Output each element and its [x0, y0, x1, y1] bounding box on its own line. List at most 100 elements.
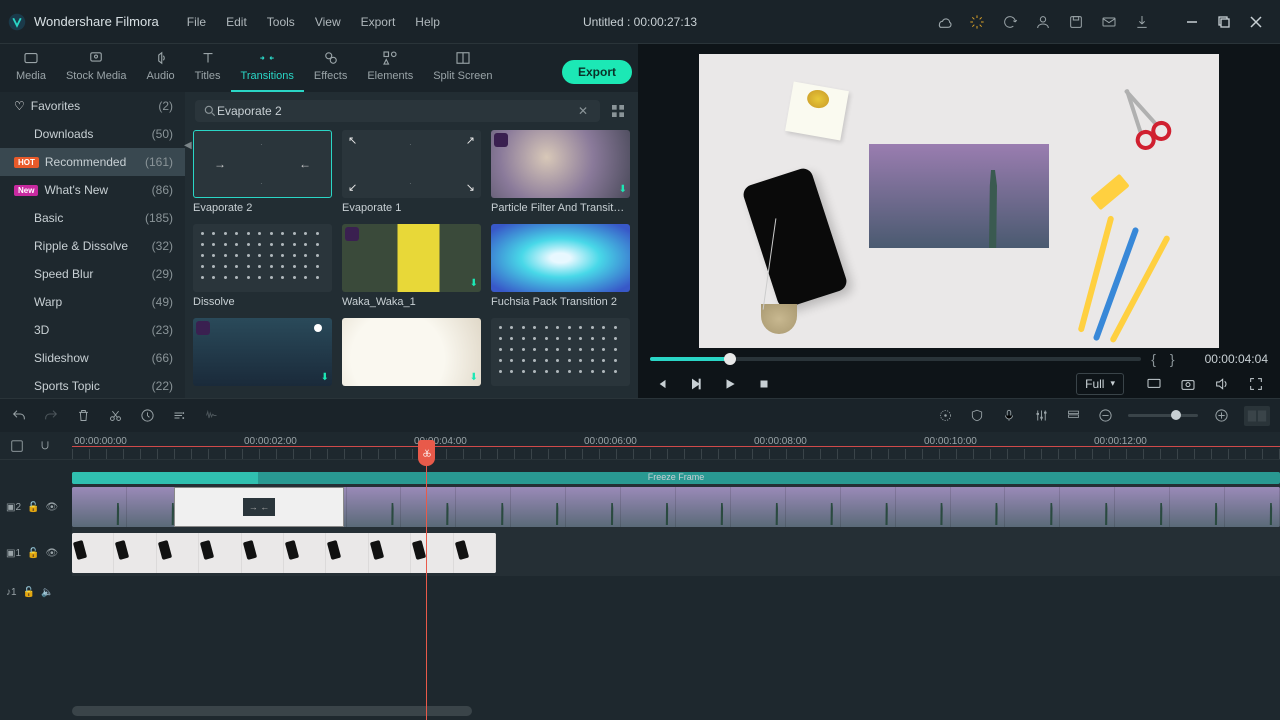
stop-button[interactable] [752, 372, 776, 396]
undo-button[interactable] [10, 407, 28, 425]
clip-teal-bar[interactable]: Freeze Frame [72, 472, 1280, 484]
sparkle-icon[interactable] [968, 13, 986, 31]
search-box[interactable]: ✕ [195, 100, 600, 122]
menu-file[interactable]: File [177, 9, 216, 35]
sidebar-item-warp[interactable]: Warp(49) [0, 288, 185, 316]
tab-media[interactable]: Media [6, 45, 56, 92]
render-button[interactable] [936, 407, 954, 425]
sidebar-item-favorites[interactable]: ♡Favorites(2) [0, 92, 185, 120]
result-particle-filter[interactable]: ⬇Particle Filter And Transit… [491, 130, 630, 214]
voiceover-button[interactable] [1000, 407, 1018, 425]
sidebar-item-ripple-dissolve[interactable]: Ripple & Dissolve(32) [0, 232, 185, 260]
preview-quality-select[interactable]: Full▾ [1076, 373, 1124, 395]
tab-audio[interactable]: Audio [137, 45, 185, 92]
menu-export[interactable]: Export [351, 9, 406, 35]
tab-split-screen[interactable]: Split Screen [423, 45, 502, 92]
audio-button[interactable] [202, 407, 220, 425]
search-input[interactable] [217, 104, 574, 118]
sidebar-item-basic[interactable]: Basic(185) [0, 204, 185, 232]
manage-tracks-button[interactable] [1064, 407, 1082, 425]
tab-effects[interactable]: Effects [304, 45, 357, 92]
sidebar-count: (86) [152, 183, 173, 197]
menu-view[interactable]: View [305, 9, 351, 35]
clear-search-button[interactable]: ✕ [574, 104, 592, 118]
result-evaporate-2[interactable]: →←Evaporate 2 [193, 130, 332, 214]
sidebar-item-3d[interactable]: 3D(23) [0, 316, 185, 344]
play-button[interactable] [718, 372, 742, 396]
track-v1-body[interactable]: table [72, 530, 1280, 576]
lock-icon[interactable]: 🔓 [27, 502, 39, 513]
preview-canvas[interactable] [699, 54, 1219, 348]
sidebar-item-downloads[interactable]: Downloads(50) [0, 120, 185, 148]
cloud-icon[interactable] [935, 13, 953, 31]
tab-elements[interactable]: Elements [357, 45, 423, 92]
menu-help[interactable]: Help [405, 9, 450, 35]
prev-frame-button[interactable] [650, 372, 674, 396]
collapse-sidebar-icon[interactable]: ◀ [184, 140, 192, 151]
export-button[interactable]: Export [562, 60, 632, 84]
split-button[interactable] [106, 407, 124, 425]
result-dissolve[interactable]: Dissolve [193, 224, 332, 308]
maximize-button[interactable] [1208, 6, 1240, 38]
menu-tools[interactable]: Tools [257, 9, 305, 35]
refresh-icon[interactable] [1001, 13, 1019, 31]
tab-transitions[interactable]: Transitions [231, 45, 304, 92]
display-toggle-button[interactable] [1142, 372, 1166, 396]
lock-icon[interactable]: 🔓 [27, 548, 39, 559]
timeline-options-button[interactable] [8, 437, 26, 455]
fullscreen-button[interactable] [1244, 372, 1268, 396]
tab-stock-media[interactable]: Stock Media [56, 45, 137, 92]
minimize-button[interactable] [1176, 6, 1208, 38]
clip-table[interactable]: table [72, 533, 496, 573]
result-waka-waka[interactable]: ⬇Waka_Waka_1 [342, 224, 481, 308]
volume-button[interactable] [1210, 372, 1234, 396]
mail-icon[interactable] [1100, 13, 1118, 31]
timeline-h-scrollbar[interactable] [72, 706, 472, 716]
result-evaporate-1[interactable]: ↖↗↙↘Evaporate 1 [342, 130, 481, 214]
timeline-ruler[interactable]: 00:00:00:00 00:00:02:00 00:00:04:00 00:0… [72, 432, 1280, 459]
redo-button[interactable] [42, 407, 60, 425]
zoom-out-button[interactable] [1096, 407, 1114, 425]
mark-out-button[interactable]: } [1166, 351, 1179, 367]
close-button[interactable] [1240, 6, 1272, 38]
zoom-in-button[interactable] [1212, 407, 1230, 425]
playhead-handle[interactable] [418, 440, 435, 466]
menu-edit[interactable]: Edit [216, 9, 257, 35]
play-pause-button[interactable] [684, 372, 708, 396]
sidebar-item-speed-blur[interactable]: Speed Blur(29) [0, 260, 185, 288]
result-fuchsia-pack[interactable]: Fuchsia Pack Transition 2 [491, 224, 630, 308]
preview-scrubber[interactable] [650, 357, 1141, 361]
speed-button[interactable] [138, 407, 156, 425]
sidebar-item-slideshow[interactable]: Slideshow(66) [0, 344, 185, 372]
user-icon[interactable] [1034, 13, 1052, 31]
download-icon[interactable] [1133, 13, 1151, 31]
visibility-icon[interactable]: 👁 [45, 502, 58, 513]
result-dots-2[interactable] [491, 318, 630, 390]
mark-in-button[interactable]: { [1147, 351, 1160, 367]
snapshot-button[interactable] [1176, 372, 1200, 396]
sidebar-item-sports-topic[interactable]: Sports Topic(22) [0, 372, 185, 398]
grid-view-button[interactable] [608, 101, 628, 121]
result-cream[interactable]: ⬇ [342, 318, 481, 390]
zoom-slider[interactable] [1128, 414, 1198, 417]
transition-clip[interactable]: → ← [174, 487, 344, 527]
zoom-fit-button[interactable] [1244, 406, 1270, 426]
sidebar-item-whats-new[interactable]: NewWhat's New(86) [0, 176, 185, 204]
track-v2-body[interactable]: Freeze Frame ▸Statue of Liberty → ← [72, 484, 1280, 530]
crop-button[interactable] [170, 407, 188, 425]
save-icon[interactable] [1067, 13, 1085, 31]
visibility-icon[interactable]: 👁 [45, 548, 58, 559]
sidebar-item-recommended[interactable]: HOTRecommended(161) [0, 148, 185, 176]
mute-icon[interactable]: 🔈 [41, 587, 53, 598]
result-mountain[interactable]: ⬇ [193, 318, 332, 390]
tab-titles[interactable]: Titles [185, 45, 231, 92]
zoom-head[interactable] [1171, 410, 1181, 420]
snap-button[interactable] [36, 437, 54, 455]
lock-icon[interactable]: 🔓 [23, 587, 35, 598]
scrubber-head[interactable] [724, 353, 736, 365]
delete-button[interactable] [74, 407, 92, 425]
track-a1-body[interactable] [72, 576, 1280, 608]
mixer-button[interactable] [1032, 407, 1050, 425]
marker-shield-button[interactable] [968, 407, 986, 425]
timeline-playhead[interactable] [426, 460, 427, 720]
